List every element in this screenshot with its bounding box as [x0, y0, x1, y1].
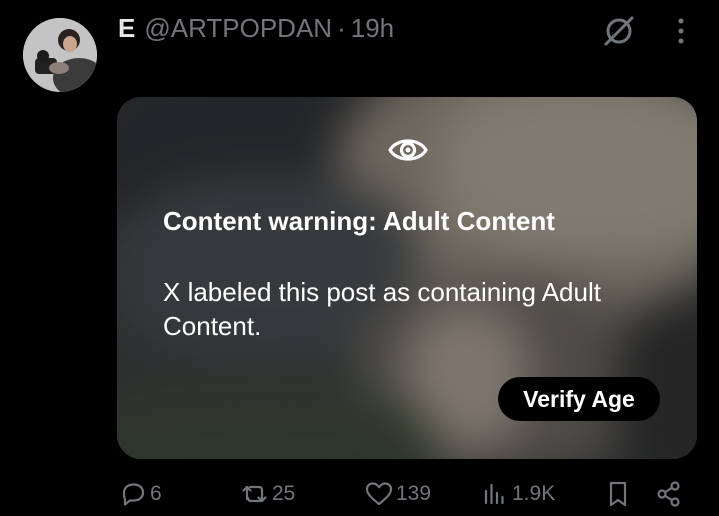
- author-name[interactable]: E: [118, 13, 135, 44]
- grok-icon[interactable]: [602, 14, 636, 48]
- post-header: E @ARTPOPDAN · 19h: [118, 12, 394, 44]
- like-count: 139: [396, 482, 432, 505]
- separator-dot: ·: [337, 12, 346, 43]
- views-button[interactable]: 1.9K: [480, 476, 555, 512]
- repost-count: 25: [272, 482, 296, 505]
- post-actions: 6 25 139 1.9K: [0, 476, 719, 512]
- view-count: 1.9K: [512, 482, 556, 505]
- bookmark-button[interactable]: [603, 476, 633, 512]
- reply-icon: [122, 483, 145, 506]
- more-icon[interactable]: [671, 17, 691, 45]
- verify-age-button[interactable]: Verify Age: [498, 377, 660, 421]
- avatar[interactable]: [23, 18, 97, 92]
- heart-icon: [365, 482, 393, 506]
- post-timestamp[interactable]: 19h: [351, 13, 394, 44]
- share-icon: [657, 481, 680, 507]
- repost-icon: [242, 485, 267, 503]
- bookmark-icon: [609, 481, 627, 507]
- share-button[interactable]: [654, 476, 684, 512]
- like-button[interactable]: 139: [364, 476, 431, 512]
- warning-title: Content warning: Adult Content: [163, 206, 555, 236]
- author-handle[interactable]: @ARTPOPDAN: [144, 13, 332, 44]
- sensitive-media-card[interactable]: Content warning: Adult Content X labeled…: [117, 97, 697, 459]
- repost-button[interactable]: 25: [240, 476, 295, 512]
- avatar-photo: [23, 18, 97, 92]
- views-icon: [484, 483, 504, 505]
- reply-button[interactable]: 6: [118, 476, 162, 512]
- eye-icon: [388, 139, 428, 161]
- warning-text: X labeled this post as containing Adult …: [163, 277, 601, 341]
- reply-count: 6: [150, 482, 162, 505]
